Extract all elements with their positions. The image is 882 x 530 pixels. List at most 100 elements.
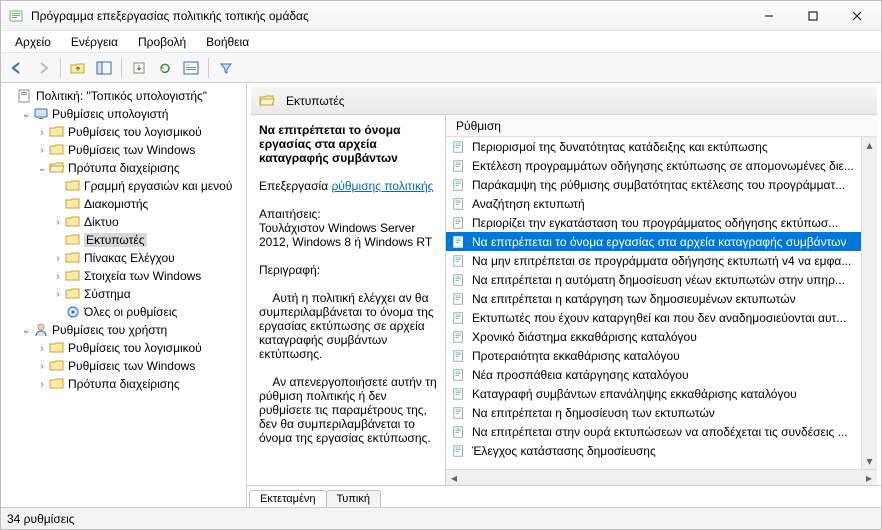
show-hide-tree-button[interactable] (92, 56, 116, 80)
scroll-right-icon[interactable]: ▸ (861, 470, 877, 486)
folder-icon (65, 178, 81, 194)
folder-icon (49, 376, 65, 392)
menu-help[interactable]: Βοήθεια (198, 33, 257, 51)
policy-item-icon (452, 254, 466, 268)
menu-file[interactable]: Αρχείο (7, 33, 59, 51)
tree-uc-windows[interactable]: ›Ρυθμίσεις των Windows (1, 357, 246, 375)
setting-row[interactable]: Να επιτρέπεται η αυτόματη δημοσίευση νέω… (446, 270, 877, 289)
tree-label: Ρυθμίσεις του λογισμικού (68, 125, 202, 139)
setting-label: Να επιτρέπεται το όνομα εργασίας στα αρχ… (472, 235, 847, 249)
maximize-button[interactable] (791, 2, 835, 30)
tree-label: Ρυθμίσεις του χρήστη (52, 323, 167, 337)
forward-button[interactable] (31, 56, 55, 80)
description-panel: Να επιτρέπεται το όνομα εργασίας στα αρχ… (251, 115, 446, 485)
setting-row[interactable]: Περιορίζει την εγκατάσταση του προγράμμα… (446, 213, 877, 232)
tree-uc-software[interactable]: ›Ρυθμίσεις του λογισμικού (1, 339, 246, 357)
setting-row[interactable]: Εκτέλεση προγραμμάτων οδήγησης εκτύπωσης… (446, 156, 877, 175)
back-button[interactable] (5, 56, 29, 80)
policy-item-icon (452, 406, 466, 420)
folder-icon (65, 232, 81, 248)
settings-list-panel: Ρύθμιση Περιορισμοί της δυνατότητας κατά… (446, 115, 877, 485)
tab-standard[interactable]: Τυπική (326, 490, 381, 507)
policy-icon (17, 88, 33, 104)
setting-row[interactable]: Χρονικό διάστημα εκκαθάρισης καταλόγου (446, 327, 877, 346)
setting-row[interactable]: Καταγραφή συμβάντων επανάληψης εκκαθάρισ… (446, 384, 877, 403)
list-column-header[interactable]: Ρύθμιση (446, 115, 877, 137)
setting-label: Παράκαμψη της ρύθμισης συμβατότητας εκτέ… (472, 178, 845, 192)
refresh-button[interactable] (153, 56, 177, 80)
policy-item-icon (452, 178, 466, 192)
folder-icon (65, 214, 81, 230)
window-title: Πρόγραμμα επεξεργασίας πολιτικής τοπικής… (31, 9, 747, 23)
policy-item-icon (452, 387, 466, 401)
setting-label: Να μην επιτρέπεται σε προγράμματα οδήγησ… (472, 254, 851, 268)
tree-label: Πρότυπα διαχείρισης (68, 377, 180, 391)
setting-label: Νέα προσπάθεια κατάργησης καταλόγου (472, 368, 689, 382)
tree-user-config[interactable]: ⌄Ρυθμίσεις του χρήστη (1, 321, 246, 339)
tree-label: Πίνακας Ελέγχου (84, 251, 175, 265)
requirements-label: Απαιτήσεις: (259, 207, 437, 221)
settings-list[interactable]: Περιορισμοί της δυνατότητας κατάδειξης κ… (446, 137, 877, 469)
tree-label: Γραμμή εργασιών και μενού (84, 179, 232, 193)
folder-open-icon (259, 93, 275, 109)
scroll-down-icon[interactable]: ▾ (862, 453, 877, 469)
export-button[interactable] (127, 56, 151, 80)
policy-item-icon (452, 311, 466, 325)
tree-system[interactable]: ›Σύστημα (1, 285, 246, 303)
tree-computer-config[interactable]: ⌄Ρυθμίσεις υπολογιστή (1, 105, 246, 123)
tree-root[interactable]: Πολιτική: "Τοπικός υπολογιστής" (1, 87, 246, 105)
setting-label: Εκτυπωτές που έχουν καταργηθεί και που δ… (472, 311, 846, 325)
setting-row[interactable]: Εκτυπωτές που έχουν καταργηθεί και που δ… (446, 308, 877, 327)
setting-label: Να επιτρέπεται στην ουρά εκτυπώσεων να α… (472, 425, 848, 439)
tree-server[interactable]: Διακομιστής (1, 195, 246, 213)
tree-taskbar[interactable]: Γραμμή εργασιών και μενού (1, 177, 246, 195)
category-header: Εκτυπωτές (251, 87, 877, 115)
setting-row[interactable]: Προτεραιότητα εκκαθάρισης καταλόγου (446, 346, 877, 365)
setting-row[interactable]: Περιορισμοί της δυνατότητας κατάδειξης κ… (446, 137, 877, 156)
setting-row[interactable]: Να επιτρέπεται η κατάργηση των δημοσιευμ… (446, 289, 877, 308)
description-label: Περιγραφή: (259, 263, 437, 277)
setting-row[interactable]: Να επιτρέπεται στην ουρά εκτυπώσεων να α… (446, 422, 877, 441)
folder-icon (65, 268, 81, 284)
tree-printers[interactable]: Εκτυπωτές (1, 231, 246, 249)
setting-row[interactable]: Να επιτρέπεται η δημοσίευση των εκτυπωτώ… (446, 403, 877, 422)
toolbar (1, 53, 881, 83)
setting-row[interactable]: Παράκαμψη της ρύθμισης συμβατότητας εκτέ… (446, 175, 877, 194)
filter-button[interactable] (214, 56, 238, 80)
policy-item-icon (452, 292, 466, 306)
menu-view[interactable]: Προβολή (130, 33, 194, 51)
tree-cc-windows[interactable]: ›Ρυθμίσεις των Windows (1, 141, 246, 159)
tree-network[interactable]: ›Δίκτυο (1, 213, 246, 231)
setting-label: Προτεραιότητα εκκαθάρισης καταλόγου (472, 349, 680, 363)
tree-wincomponents[interactable]: ›Στοιχεία των Windows (1, 267, 246, 285)
menu-action[interactable]: Ενέργεια (63, 33, 126, 51)
tree-cc-admintemplates[interactable]: ⌄Πρότυπα διαχείρισης (1, 159, 246, 177)
setting-row[interactable]: Νέα προσπάθεια κατάργησης καταλόγου (446, 365, 877, 384)
setting-row[interactable]: Να επιτρέπεται το όνομα εργασίας στα αρχ… (446, 232, 877, 251)
policy-item-icon (452, 216, 466, 230)
vertical-scrollbar[interactable]: ▴ ▾ (861, 137, 877, 469)
scroll-up-icon[interactable]: ▴ (862, 137, 877, 153)
tree-allsettings[interactable]: Όλες οι ρυθμίσεις (1, 303, 246, 321)
tab-extended[interactable]: Εκτεταμένη (249, 490, 327, 507)
setting-row[interactable]: Να μην επιτρέπεται σε προγράμματα οδήγησ… (446, 251, 877, 270)
user-icon (33, 322, 49, 338)
tree-pane[interactable]: Πολιτική: "Τοπικός υπολογιστής" ⌄Ρυθμίσε… (1, 83, 247, 507)
folder-icon (49, 142, 65, 158)
scroll-left-icon[interactable]: ◂ (446, 470, 462, 486)
folder-icon (65, 196, 81, 212)
minimize-button[interactable] (747, 2, 791, 30)
policy-item-icon (452, 425, 466, 439)
tree-cc-software[interactable]: ›Ρυθμίσεις του λογισμικού (1, 123, 246, 141)
close-button[interactable] (835, 2, 879, 30)
setting-row[interactable]: Έλεγχος κατάστασης δημοσίευσης (446, 441, 877, 460)
setting-row[interactable]: Αναζήτηση εκτυπωτή (446, 194, 877, 213)
window-root: Πρόγραμμα επεξεργασίας πολιτικής τοπικής… (0, 0, 882, 530)
setting-title: Να επιτρέπεται το όνομα εργασίας στα αρχ… (259, 123, 437, 165)
horizontal-scrollbar[interactable]: ◂ ▸ (446, 469, 877, 485)
tree-controlpanel[interactable]: ›Πίνακας Ελέγχου (1, 249, 246, 267)
up-folder-button[interactable] (66, 56, 90, 80)
tree-uc-admintemplates[interactable]: ›Πρότυπα διαχείρισης (1, 375, 246, 393)
edit-policy-link[interactable]: ρύθμισης πολιτικής (331, 179, 433, 193)
properties-button[interactable] (179, 56, 203, 80)
